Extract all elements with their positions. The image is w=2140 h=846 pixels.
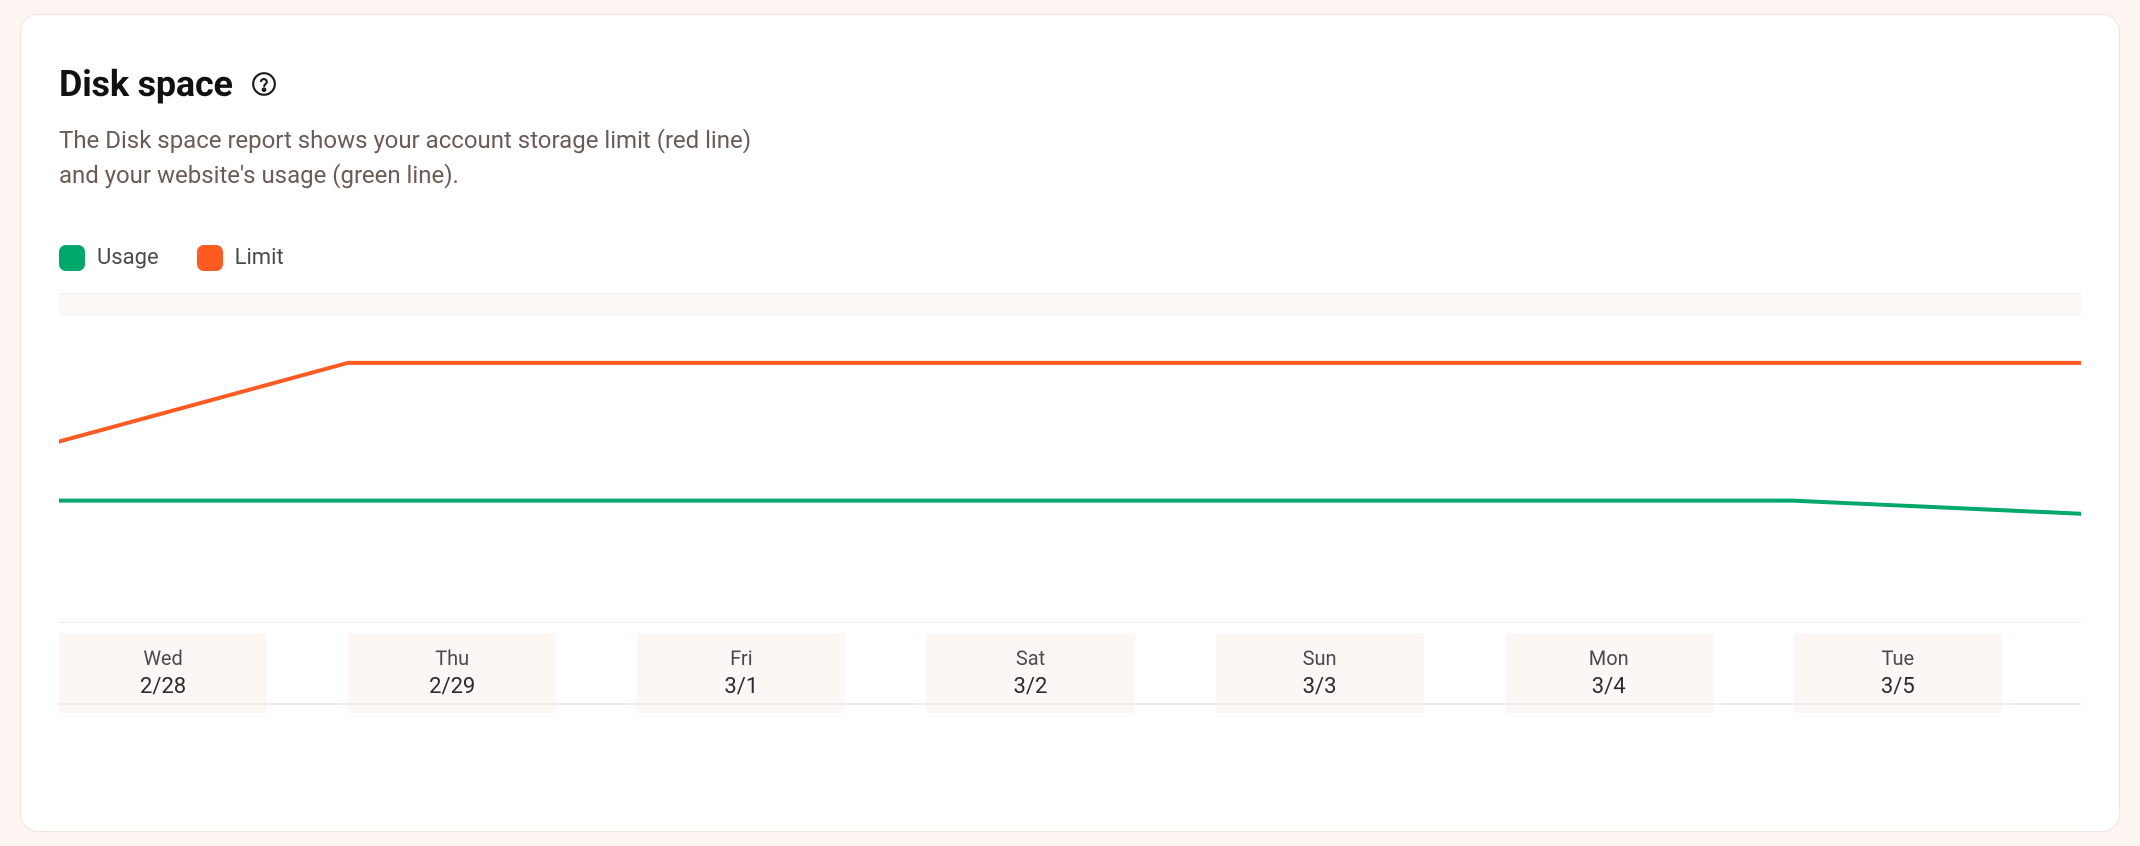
xaxis-tick: Tue 3/5 — [1794, 633, 2002, 713]
legend-limit-label: Limit — [235, 245, 284, 270]
xaxis-date: 2/29 — [429, 674, 475, 699]
xaxis-dow: Wed — [143, 646, 182, 670]
xaxis-tick: Thu 2/29 — [348, 633, 556, 713]
legend-item-usage: Usage — [59, 245, 159, 271]
help-icon[interactable] — [249, 69, 279, 99]
xaxis-date: 3/1 — [724, 674, 758, 699]
swatch-limit-icon — [197, 245, 223, 271]
xaxis-date: 3/4 — [1592, 674, 1626, 699]
legend-item-limit: Limit — [197, 245, 284, 271]
chart-plot — [59, 293, 2081, 623]
xaxis-dow: Mon — [1589, 646, 1629, 670]
chart-bottom-rule — [59, 703, 2081, 705]
xaxis-tick: Wed 2/28 — [59, 633, 267, 713]
legend: Usage Limit — [59, 245, 2081, 271]
subtitle: The Disk space report shows your account… — [59, 123, 759, 193]
xaxis-tick: Mon 3/4 — [1505, 633, 1713, 713]
xaxis-date: 3/3 — [1303, 674, 1337, 699]
legend-usage-label: Usage — [97, 245, 159, 270]
xaxis-dow: Tue — [1882, 646, 1915, 670]
chart: Wed 2/28 Thu 2/29 Fri 3/1 Sat 3/2 Sun 3/3 Mon 3/4 Tu… — [59, 293, 2081, 733]
chart-xaxis: Wed 2/28 Thu 2/29 Fri 3/1 Sat 3/2 Sun 3/3 Mon 3/4 Tu… — [59, 623, 2081, 733]
xaxis-date: 3/5 — [1881, 674, 1915, 699]
xaxis-dow: Sun — [1303, 646, 1337, 670]
xaxis-dow: Fri — [730, 646, 752, 670]
xaxis-date: 3/2 — [1014, 674, 1048, 699]
xaxis-date: 2/28 — [140, 674, 186, 699]
xaxis-dow: Thu — [435, 646, 469, 670]
series-limit — [59, 362, 2081, 441]
disk-space-card: Disk space The Disk space report shows y… — [20, 14, 2120, 832]
swatch-usage-icon — [59, 245, 85, 271]
title-row: Disk space — [59, 63, 2081, 105]
xaxis-dow: Sat — [1016, 646, 1045, 670]
chart-lines — [59, 294, 2081, 622]
series-usage — [59, 500, 2081, 513]
xaxis-tick: Sun 3/3 — [1216, 633, 1424, 713]
xaxis-tick: Fri 3/1 — [637, 633, 845, 713]
xaxis-tick: Sat 3/2 — [926, 633, 1134, 713]
page-title: Disk space — [59, 63, 233, 105]
